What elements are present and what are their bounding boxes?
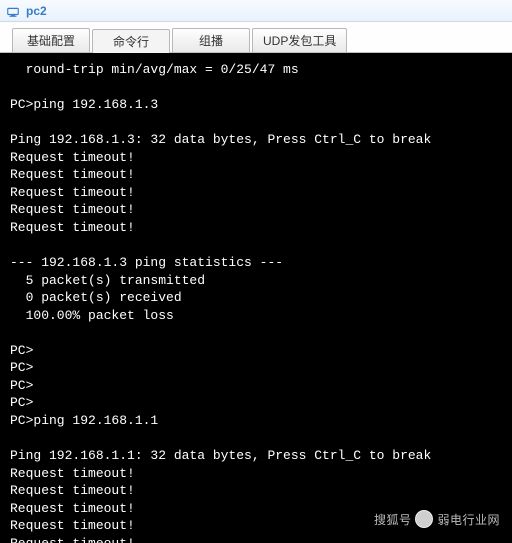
tab-bar: 基础配置 命令行 组播 UDP发包工具 xyxy=(0,22,512,53)
terminal-line: PC>ping 192.168.1.1 xyxy=(10,412,502,430)
terminal-line xyxy=(10,114,502,132)
terminal-line: Request timeout! xyxy=(10,482,502,500)
terminal-line: 100.00% packet loss xyxy=(10,307,502,325)
terminal-line: 0 packet(s) received xyxy=(10,289,502,307)
terminal-line: Request timeout! xyxy=(10,166,502,184)
terminal-line xyxy=(10,324,502,342)
terminal-line: PC>ping 192.168.1.3 xyxy=(10,96,502,114)
terminal-line xyxy=(10,429,502,447)
tab-label: 命令行 xyxy=(113,33,149,50)
watermark-right: 弱电行业网 xyxy=(437,511,500,528)
terminal-output[interactable]: round-trip min/avg/max = 0/25/47 ms PC>p… xyxy=(0,53,512,543)
titlebar: pc2 xyxy=(0,0,512,22)
tab-basic-config[interactable]: 基础配置 xyxy=(12,28,90,52)
tab-label: 基础配置 xyxy=(27,32,75,49)
window-title: pc2 xyxy=(26,4,47,18)
terminal-line: Ping 192.168.1.3: 32 data bytes, Press C… xyxy=(10,131,502,149)
watermark-left: 搜狐号 xyxy=(374,511,412,528)
tab-multicast[interactable]: 组播 xyxy=(172,28,250,52)
terminal-line xyxy=(10,79,502,97)
terminal-line xyxy=(10,236,502,254)
terminal-line: Request timeout! xyxy=(10,184,502,202)
terminal-line: PC> xyxy=(10,359,502,377)
terminal-line: Request timeout! xyxy=(10,219,502,237)
terminal-line: PC> xyxy=(10,377,502,395)
terminal-line: --- 192.168.1.3 ping statistics --- xyxy=(10,254,502,272)
tab-label: 组播 xyxy=(199,32,223,49)
tab-udp-tool[interactable]: UDP发包工具 xyxy=(252,28,347,52)
avatar xyxy=(415,510,433,528)
watermark: 搜狐号 弱电行业网 xyxy=(374,510,500,528)
terminal-line: 5 packet(s) transmitted xyxy=(10,272,502,290)
tab-command-line[interactable]: 命令行 xyxy=(92,29,170,53)
terminal-line: PC> xyxy=(10,342,502,360)
terminal-line: Request timeout! xyxy=(10,465,502,483)
terminal-line: Request timeout! xyxy=(10,201,502,219)
terminal-line: Request timeout! xyxy=(10,149,502,167)
terminal-line: round-trip min/avg/max = 0/25/47 ms xyxy=(10,61,502,79)
app-icon xyxy=(6,4,20,18)
terminal-line: PC> xyxy=(10,394,502,412)
tab-label: UDP发包工具 xyxy=(263,32,336,49)
terminal-line: Ping 192.168.1.1: 32 data bytes, Press C… xyxy=(10,447,502,465)
